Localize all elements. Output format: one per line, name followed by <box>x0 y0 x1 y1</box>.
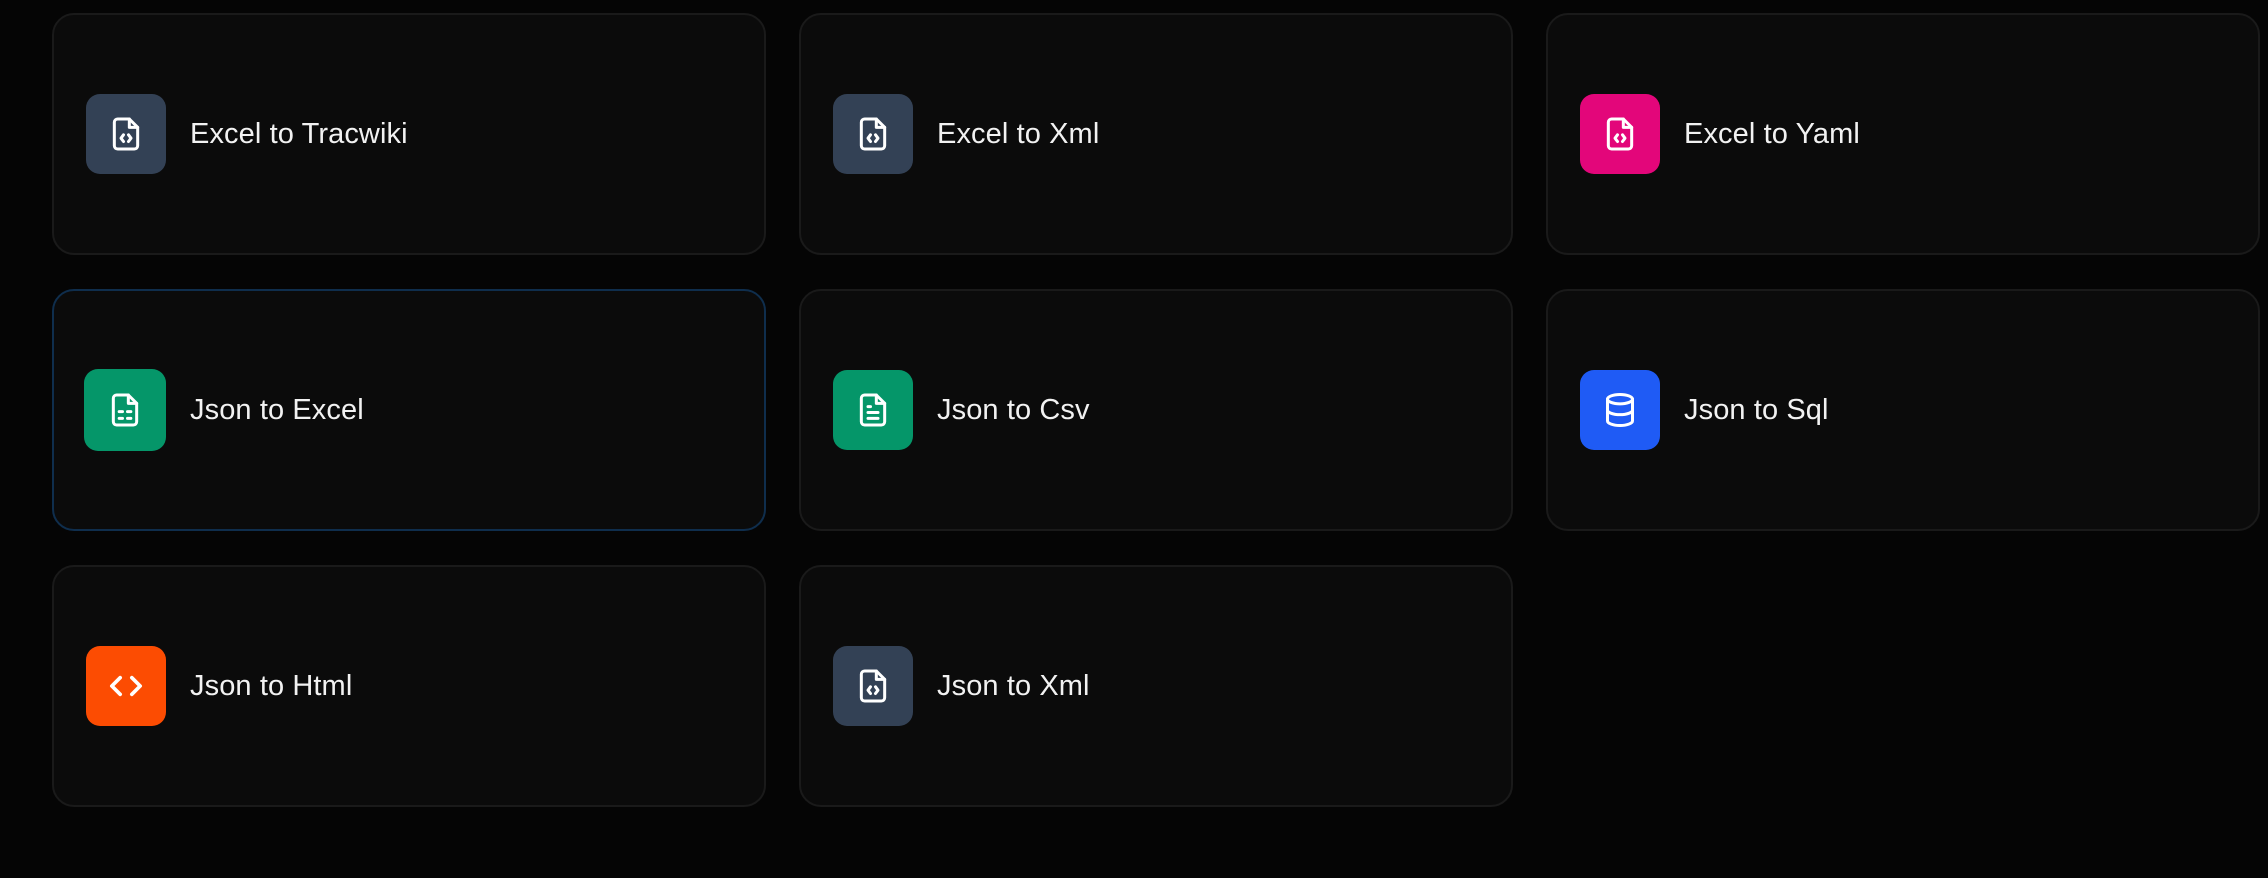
card-json-to-csv[interactable]: Json to Csv <box>799 289 1513 531</box>
file-code-icon <box>1580 94 1660 174</box>
code-icon <box>86 646 166 726</box>
card-json-to-sql[interactable]: Json to Sql <box>1546 289 2260 531</box>
file-code-icon <box>833 94 913 174</box>
card-excel-to-tracwiki[interactable]: Excel to Tracwiki <box>52 13 766 255</box>
card-json-to-excel[interactable]: Json to Excel <box>52 289 766 531</box>
card-excel-to-yaml[interactable]: Excel to Yaml <box>1546 13 2260 255</box>
card-label: Json to Sql <box>1684 393 1829 426</box>
file-code-icon <box>86 94 166 174</box>
card-excel-to-xml[interactable]: Excel to Xml <box>799 13 1513 255</box>
card-label: Json to Html <box>190 669 353 702</box>
card-label: Excel to Yaml <box>1684 117 1860 150</box>
card-json-to-html[interactable]: Json to Html <box>52 565 766 807</box>
file-code-icon <box>833 646 913 726</box>
card-label: Excel to Xml <box>937 117 1100 150</box>
card-label: Excel to Tracwiki <box>190 117 408 150</box>
card-json-to-xml[interactable]: Json to Xml <box>799 565 1513 807</box>
file-text-icon <box>833 370 913 450</box>
database-icon <box>1580 370 1660 450</box>
card-label: Json to Xml <box>937 669 1090 702</box>
card-label: Json to Csv <box>937 393 1090 426</box>
file-spreadsheet-icon <box>84 369 166 451</box>
converter-grid: Excel to Tracwiki Excel to Xml Excel to … <box>52 13 2260 807</box>
card-label: Json to Excel <box>190 393 364 426</box>
